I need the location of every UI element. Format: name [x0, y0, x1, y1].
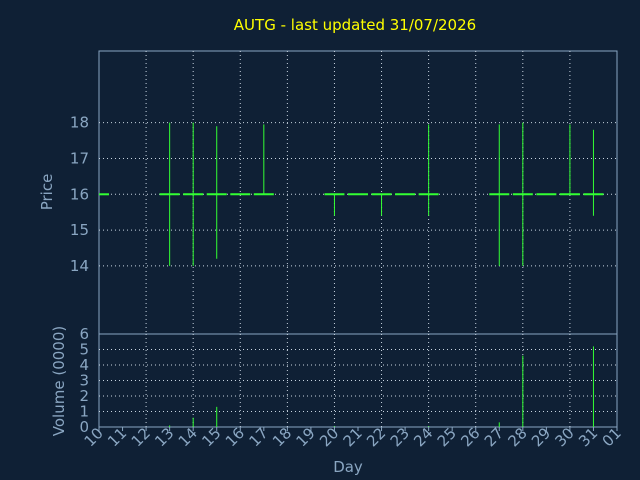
volume-panel: 0123456101112131415161718192021222324252…	[79, 325, 624, 450]
x-tick-label: 25	[434, 424, 460, 450]
price-bar	[418, 124, 439, 216]
x-tick-label: 23	[387, 424, 413, 450]
price-tick-label: 17	[70, 149, 89, 167]
x-tick-label: 26	[457, 424, 483, 450]
price-bar	[512, 122, 533, 266]
x-tick-label: 30	[552, 424, 578, 450]
price-panel: 14 15 16 17 18	[70, 50, 618, 335]
x-tick-label: 19	[293, 424, 319, 450]
chart-stage: AUTG - last updated 31/07/2026 14 15 16 17 1…	[0, 0, 640, 480]
price-bar	[324, 193, 345, 216]
price-bar	[371, 193, 392, 216]
price-panel-frame	[98, 50, 618, 335]
x-axis-label: Day	[333, 458, 363, 476]
chart-svg: AUTG - last updated 31/07/2026 141516171…	[38, 16, 625, 476]
x-tick-label: 16	[222, 424, 248, 450]
x-tick-label: 27	[481, 424, 507, 450]
price-bar	[183, 122, 204, 266]
price-tick-label: 16	[70, 185, 89, 203]
x-tick-label: 22	[363, 424, 389, 450]
x-tick-label: 13	[151, 424, 177, 450]
x-tick-label: 14	[175, 424, 201, 450]
price-axis-label: Price	[38, 174, 56, 211]
x-tick-label: 11	[104, 424, 130, 450]
x-tick-label: 31	[575, 424, 601, 450]
volume-tick-label: 4	[79, 356, 89, 374]
x-tick-label: 18	[269, 424, 295, 450]
volume-tick-label: 6	[79, 325, 89, 343]
price-bar	[489, 124, 510, 266]
price-bar	[253, 124, 274, 196]
x-tick-label: 20	[316, 424, 342, 450]
volume-tick-label: 3	[79, 372, 89, 390]
x-tick-label: 28	[504, 424, 530, 450]
x-tick-label: 21	[340, 424, 366, 450]
x-tick-label: 17	[245, 424, 271, 450]
price-tick-label: 14	[70, 257, 89, 275]
x-tick-label: 15	[198, 424, 224, 450]
volume-tick-label: 2	[79, 387, 89, 405]
x-tick-label: 01	[599, 424, 625, 450]
volume-tick-label: 1	[79, 403, 89, 421]
x-tick-label: 12	[128, 424, 154, 450]
chart-title: AUTG - last updated 31/07/2026	[234, 16, 476, 34]
x-tick-label: 24	[410, 424, 436, 450]
price-bar	[583, 129, 604, 216]
volume-axis-label: Volume (0000)	[50, 326, 68, 436]
price-tick-label: 18	[70, 114, 89, 132]
price-bar	[559, 124, 580, 196]
price-bar	[159, 122, 180, 266]
price-bar	[206, 126, 227, 259]
price-tick-label: 15	[70, 221, 89, 239]
volume-tick-label: 5	[79, 341, 89, 359]
x-tick-label: 29	[528, 424, 554, 450]
